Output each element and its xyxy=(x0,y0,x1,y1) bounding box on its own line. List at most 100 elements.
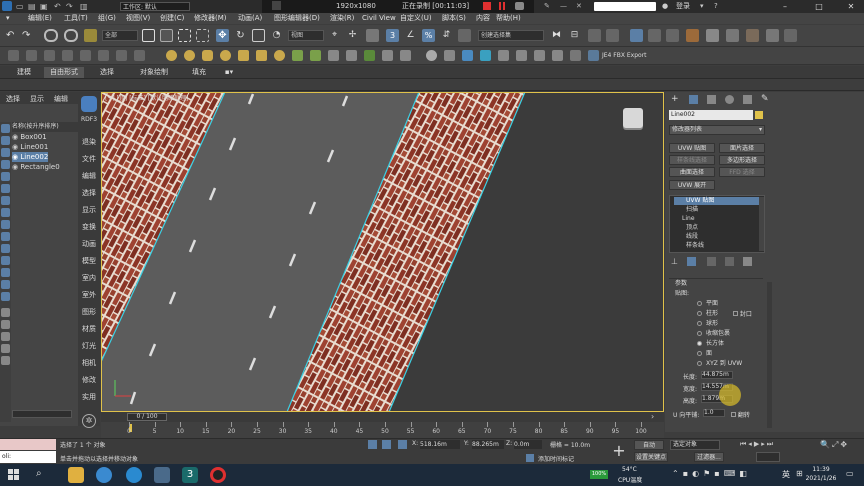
menu-item-create[interactable]: 创建(C) xyxy=(160,13,184,24)
sphere-primitive-icon[interactable] xyxy=(166,50,177,61)
explorer-menu-display[interactable]: 显示 xyxy=(30,94,44,104)
surface-select-button[interactable]: 曲面选择 xyxy=(669,167,715,177)
foliage-icon[interactable] xyxy=(310,50,321,61)
plant-icon[interactable] xyxy=(292,50,303,61)
render-production-icon[interactable] xyxy=(746,29,759,42)
uvw-map-button[interactable]: UVW 贴图 xyxy=(669,143,715,153)
isolate-selection-icon[interactable] xyxy=(368,440,377,449)
edit-named-selection-icon[interactable] xyxy=(458,29,471,42)
menu-item-help[interactable]: 帮助(H) xyxy=(496,13,521,24)
vtab-item-14[interactable]: 修改 xyxy=(78,374,100,386)
help-icon[interactable]: ? xyxy=(714,1,718,12)
user-icon[interactable]: ● xyxy=(662,1,668,12)
vtab-item-8[interactable]: 室内 xyxy=(78,272,100,284)
filter-frozen-icon[interactable] xyxy=(1,244,10,253)
menu-item-edit[interactable]: 编辑(E) xyxy=(28,13,52,24)
toolbar2-tool-11-icon[interactable] xyxy=(382,50,393,61)
menu-item-modifiers[interactable]: 修改器(M) xyxy=(194,13,227,24)
spinner-snap-icon[interactable]: ⇵ xyxy=(440,29,453,42)
explorer-horizontal-scrollbar[interactable] xyxy=(12,410,72,418)
filter-groups-icon[interactable] xyxy=(1,196,10,205)
toolbar2-tool-22-icon[interactable] xyxy=(588,50,599,61)
ribbon-tab-freeform[interactable]: 自由形式 xyxy=(44,67,84,78)
menu-item-tools[interactable]: 工具(T) xyxy=(64,13,88,24)
vtab-item-10[interactable]: 图形 xyxy=(78,306,100,318)
bind-space-warp-icon[interactable] xyxy=(84,29,97,42)
pivot-icon[interactable]: ⌖ xyxy=(328,29,341,42)
key-filter-dropdown[interactable]: 选定对象 xyxy=(670,440,720,450)
unlink-icon[interactable] xyxy=(64,29,78,42)
toolbar2-tool-13-icon[interactable] xyxy=(426,50,437,61)
filter-helpers-icon[interactable] xyxy=(1,172,10,181)
notification-icon[interactable]: ▭ xyxy=(846,469,854,478)
explorer-tool-2-icon[interactable] xyxy=(1,320,10,329)
recorder-taskbar-icon[interactable] xyxy=(210,467,226,483)
ffd-select-button[interactable]: FFD 选择 xyxy=(719,167,765,177)
stack-item-segment[interactable]: 线段 xyxy=(674,233,764,241)
ribbon-tab-modeling[interactable]: 建模 xyxy=(10,67,38,78)
display-all-icon[interactable] xyxy=(1,268,10,277)
vtab-item-12[interactable]: 灯光 xyxy=(78,340,100,352)
search-icon[interactable]: ⌕ xyxy=(36,468,42,479)
vtab-item-1[interactable]: 文件 xyxy=(78,153,100,165)
filter-spacewarps-icon[interactable] xyxy=(1,184,10,193)
torus-icon[interactable] xyxy=(220,50,231,61)
filter-geometry-icon[interactable] xyxy=(1,124,10,133)
time-tag-icon[interactable] xyxy=(526,454,534,462)
reference-coordinate-dropdown[interactable]: 视图 xyxy=(288,30,324,41)
menu-item-civil-view[interactable]: Civil View xyxy=(362,13,396,24)
select-by-name-icon[interactable] xyxy=(160,29,173,42)
auto-key-button[interactable]: 自动 xyxy=(634,440,664,450)
absolute-mode-icon[interactable] xyxy=(398,440,407,449)
create-tab-icon[interactable]: + xyxy=(671,94,679,104)
object-name-input[interactable]: Line002 xyxy=(669,110,753,120)
make-unique-icon[interactable] xyxy=(707,257,716,266)
select-scale-icon[interactable] xyxy=(252,29,265,42)
filter-bones-icon[interactable] xyxy=(1,220,10,229)
mapping-radio-shrink-wrap[interactable]: 收缩包裹 xyxy=(697,329,730,338)
minimize-recorder-icon[interactable]: — xyxy=(560,1,567,12)
stack-item-sweep[interactable]: 扫描 xyxy=(674,206,764,214)
toolbar2-tool-4-icon[interactable] xyxy=(62,50,73,61)
filter-lights-icon[interactable] xyxy=(1,148,10,157)
render-setup-icon[interactable] xyxy=(706,29,719,42)
select-rotate-icon[interactable]: ↻ xyxy=(234,29,247,42)
selection-filter-dropdown[interactable]: 全部 xyxy=(102,30,138,41)
rendered-frame-window-icon[interactable] xyxy=(726,29,739,42)
menu-item-group[interactable]: 组(G) xyxy=(98,13,116,24)
filter-xrefs-icon[interactable] xyxy=(1,208,10,217)
filter-cameras-icon[interactable] xyxy=(1,160,10,169)
viewport-top[interactable]: [+] [顶] [标准] [默认明暗处理] xyxy=(101,92,664,412)
playback-controls[interactable]: ⏮◂▶▸⏭ xyxy=(740,440,820,450)
toolbar2-tool-17-icon[interactable] xyxy=(498,50,509,61)
spline-select-button[interactable]: 样条线选择 xyxy=(669,155,715,165)
set-key-button[interactable]: 设置关键点 xyxy=(634,452,668,462)
hierarchy-tab-icon[interactable] xyxy=(707,95,716,104)
toolbar2-tool-9-icon[interactable] xyxy=(328,50,339,61)
toolbar2-tool-21-icon[interactable] xyxy=(570,50,581,61)
stack-item-line[interactable]: Line xyxy=(674,215,764,223)
eye-icon[interactable]: ◉ xyxy=(12,153,18,161)
system-tray-icons[interactable]: ⌃▪◐⚑▪⌨◧ xyxy=(672,469,751,478)
toolbar2-tool-19-icon[interactable] xyxy=(534,50,545,61)
tree-item-line001[interactable]: ◉ Line001 xyxy=(12,142,48,152)
vtab-item-5[interactable]: 变换 xyxy=(78,221,100,233)
configure-sets-icon[interactable] xyxy=(743,257,752,266)
file-explorer-icon[interactable] xyxy=(68,467,84,483)
tree-item-box001[interactable]: ◉ Box001 xyxy=(12,132,47,142)
search-input[interactable] xyxy=(594,2,656,11)
teapot-icon[interactable] xyxy=(274,50,285,61)
cap-checkbox[interactable]: 封口 xyxy=(733,309,752,318)
select-object-icon[interactable] xyxy=(142,29,155,42)
cylinder-icon[interactable] xyxy=(202,50,213,61)
3dsmax-taskbar-icon[interactable]: 3 xyxy=(182,467,198,483)
command-panel-scrollbar[interactable] xyxy=(767,282,772,428)
percent-snap-icon[interactable]: % xyxy=(422,29,435,42)
window-crossing-icon[interactable] xyxy=(196,29,209,42)
explorer-tool-3-icon[interactable] xyxy=(1,332,10,341)
explorer-tool-5-icon[interactable] xyxy=(1,356,10,365)
gear-icon[interactable]: ✲ xyxy=(82,414,96,428)
redo-icon[interactable]: ↷ xyxy=(22,29,35,42)
lock-selection-icon[interactable] xyxy=(382,440,391,449)
toolbar2-tool-1-icon[interactable] xyxy=(8,50,19,61)
